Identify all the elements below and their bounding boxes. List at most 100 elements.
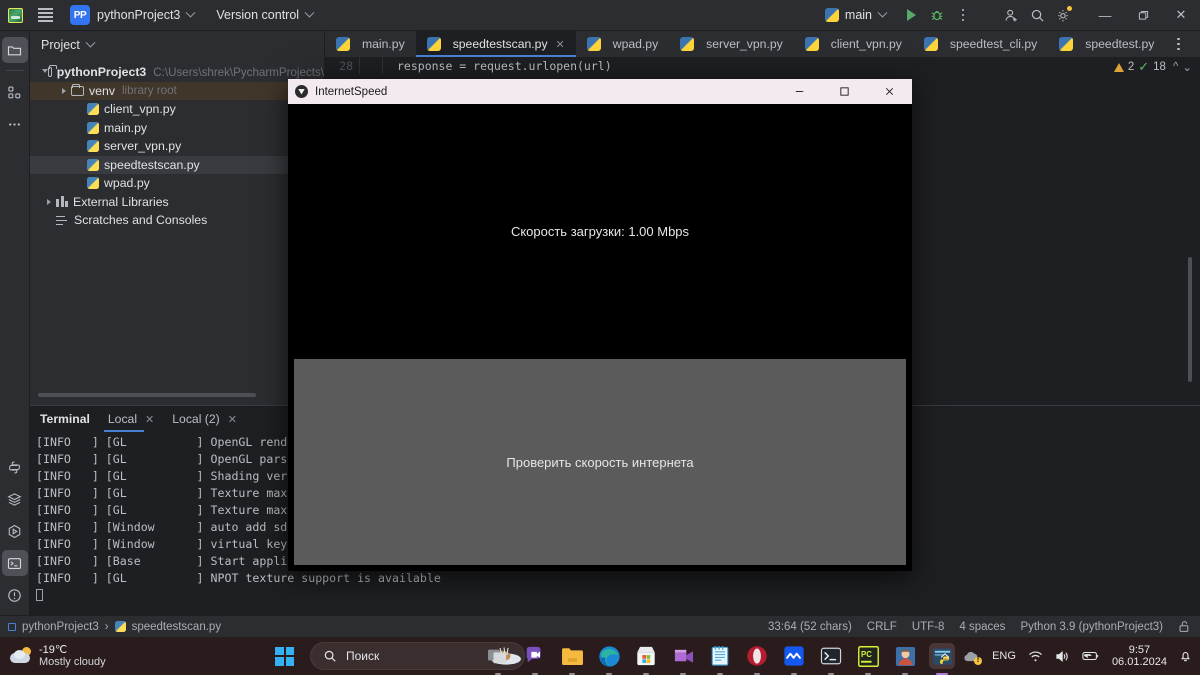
hamburger-menu-icon[interactable] <box>30 8 60 22</box>
task-view-icon[interactable] <box>485 643 511 675</box>
project-panel-header[interactable]: Project <box>30 31 324 59</box>
svg-text:PC: PC <box>861 649 872 658</box>
unlocked-padlock-icon[interactable] <box>1178 620 1190 633</box>
game-icon[interactable] <box>892 643 918 675</box>
terminal-tab-local-2[interactable]: Local (2) ✕ <box>172 406 237 432</box>
python-interpreter[interactable]: Python 3.9 (pythonProject3) <box>1020 621 1163 633</box>
close-icon[interactable]: ✕ <box>228 413 237 426</box>
terminal-tab-label: Local <box>107 412 138 426</box>
dialog-titlebar[interactable]: InternetSpeed <box>288 79 912 104</box>
clipchamp-icon[interactable] <box>670 643 696 675</box>
run-configuration-selector[interactable]: main <box>824 7 888 22</box>
chevron-up-icon[interactable]: ^ <box>1173 61 1178 73</box>
microsoft-store-icon[interactable] <box>633 643 659 675</box>
warning-count: 2 <box>1127 61 1135 73</box>
window-close-button[interactable]: ✕ <box>1162 0 1200 31</box>
check-speed-button[interactable]: Проверить скорость интернета <box>294 359 906 565</box>
windows-start-icon[interactable] <box>275 646 294 666</box>
file-encoding[interactable]: UTF-8 <box>912 621 945 633</box>
weather-widget[interactable]: -19℃ Mostly cloudy <box>0 644 106 668</box>
wifi-icon[interactable] <box>1028 650 1043 663</box>
tree-node-client-vpn[interactable]: client_vpn.py <box>30 100 324 119</box>
opera-gx-icon[interactable] <box>744 643 770 675</box>
chevron-down-icon[interactable]: ⌄ <box>1182 60 1192 74</box>
window-maximize-button[interactable] <box>1124 0 1162 31</box>
breadcrumb-project[interactable]: pythonProject3 <box>22 621 99 633</box>
search-icon[interactable] <box>1024 2 1050 28</box>
search-placeholder: Поиск <box>346 649 380 663</box>
language-indicator[interactable]: ENG <box>992 650 1016 662</box>
structure-icon[interactable] <box>2 79 28 105</box>
pycharm-icon[interactable]: PC <box>855 643 881 675</box>
onedrive-warning-icon[interactable]: ! <box>963 650 983 665</box>
microsoft-edge-icon[interactable] <box>596 643 622 675</box>
chevron-down-icon[interactable] <box>185 7 196 18</box>
chevron-collapsed-icon[interactable] <box>57 87 71 94</box>
close-icon[interactable]: ✕ <box>556 38 565 51</box>
python-file-icon <box>1059 37 1074 51</box>
chevron-collapsed-icon[interactable] <box>42 198 56 205</box>
editor-tab-client-vpn[interactable]: client_vpn.py <box>794 31 913 57</box>
line-separator[interactable]: CRLF <box>867 621 897 633</box>
run-play-icon[interactable] <box>898 2 924 28</box>
terminal-tab-local[interactable]: Local ✕ <box>103 406 154 432</box>
notifications-bell-icon[interactable] <box>1191 31 1200 57</box>
breadcrumb-file[interactable]: speedtestscan.py <box>132 621 222 633</box>
tree-node-wpad[interactable]: wpad.py <box>30 174 324 193</box>
version-control-menu[interactable]: Version control <box>216 7 315 22</box>
command-prompt-icon[interactable] <box>818 643 844 675</box>
run-icon[interactable] <box>2 518 28 544</box>
project-panel-title: Project <box>41 38 80 52</box>
show-hidden-icons-icon[interactable] <box>939 650 951 662</box>
editor-tab-speedtest[interactable]: speedtest.py <box>1048 31 1165 57</box>
tree-node-external-libraries[interactable]: External Libraries <box>30 193 324 212</box>
dialog-close-button[interactable] <box>867 79 912 104</box>
chat-teams-icon[interactable] <box>522 643 548 675</box>
tree-node-venv[interactable]: venv library root <box>30 81 324 100</box>
more-options-icon[interactable] <box>950 2 976 28</box>
project-panel-scrollbar[interactable] <box>38 393 256 397</box>
window-minimize-button[interactable]: — <box>1086 0 1124 31</box>
tab-label: speedtest_cli.py <box>949 37 1038 51</box>
chevron-down-icon[interactable] <box>85 37 96 48</box>
editor-tab-wpad[interactable]: wpad.py <box>576 31 669 57</box>
debug-bug-icon[interactable] <box>924 2 950 28</box>
tree-node-server-vpn[interactable]: server_vpn.py <box>30 137 324 156</box>
tree-node-speedtestscan[interactable]: speedtestscan.py <box>30 155 324 174</box>
notification-bell-icon[interactable] <box>1179 649 1192 663</box>
file-explorer-icon[interactable] <box>559 643 585 675</box>
dialog-body: Скорость загрузки: 1.00 Mbps Проверить с… <box>288 104 912 571</box>
more-tools-icon[interactable] <box>2 111 28 137</box>
account-add-icon[interactable] <box>998 2 1024 28</box>
indent-setting[interactable]: 4 spaces <box>959 621 1005 633</box>
tree-node-main[interactable]: main.py <box>30 119 324 138</box>
inspection-widget[interactable]: 2 ✓ 18 ^ ⌄ <box>1113 59 1192 75</box>
problems-icon[interactable] <box>2 582 28 608</box>
ide-status-bar: pythonProject3 › speedtestscan.py 33:64 … <box>0 615 1200 637</box>
taskbar-clock[interactable]: 9:57 06.01.2024 <box>1112 644 1167 669</box>
editor-tab-speedtest-cli[interactable]: speedtest_cli.py <box>913 31 1048 57</box>
internetspeed-window[interactable]: InternetSpeed Скорость загрузки: 1.00 Mb… <box>288 79 912 571</box>
python-console-icon[interactable] <box>2 454 28 480</box>
services-icon[interactable] <box>2 486 28 512</box>
tree-node-project-root[interactable]: pythonProject3 C:\Users\shrek\PycharmPro… <box>30 63 324 82</box>
dialog-maximize-button[interactable] <box>822 79 867 104</box>
volume-icon[interactable] <box>1055 650 1070 663</box>
dialog-minimize-button[interactable] <box>777 79 822 104</box>
editor-scrollbar[interactable] <box>1188 257 1192 382</box>
settings-gear-icon[interactable] <box>1050 2 1076 28</box>
battery-icon[interactable] <box>1082 650 1100 662</box>
terminal-icon[interactable] <box>1 550 28 576</box>
editor-tab-speedtestscan[interactable]: speedtestscan.py ✕ <box>415 31 576 57</box>
editor-tab-main[interactable]: main.py <box>325 31 416 57</box>
movavi-icon[interactable] <box>781 643 807 675</box>
caret-position[interactable]: 33:64 (52 chars) <box>768 621 852 633</box>
project-folder-icon[interactable] <box>1 37 28 63</box>
project-name-label[interactable]: pythonProject3 <box>97 8 180 22</box>
editor-tab-server-vpn[interactable]: server_vpn.py <box>669 31 794 57</box>
tree-node-scratches[interactable]: Scratches and Consoles <box>30 211 324 230</box>
close-icon[interactable]: ✕ <box>145 413 154 426</box>
notepad-icon[interactable] <box>707 643 733 675</box>
screen: PP pythonProject3 Version control main —… <box>0 0 1200 675</box>
tab-more-icon[interactable] <box>1165 31 1191 57</box>
